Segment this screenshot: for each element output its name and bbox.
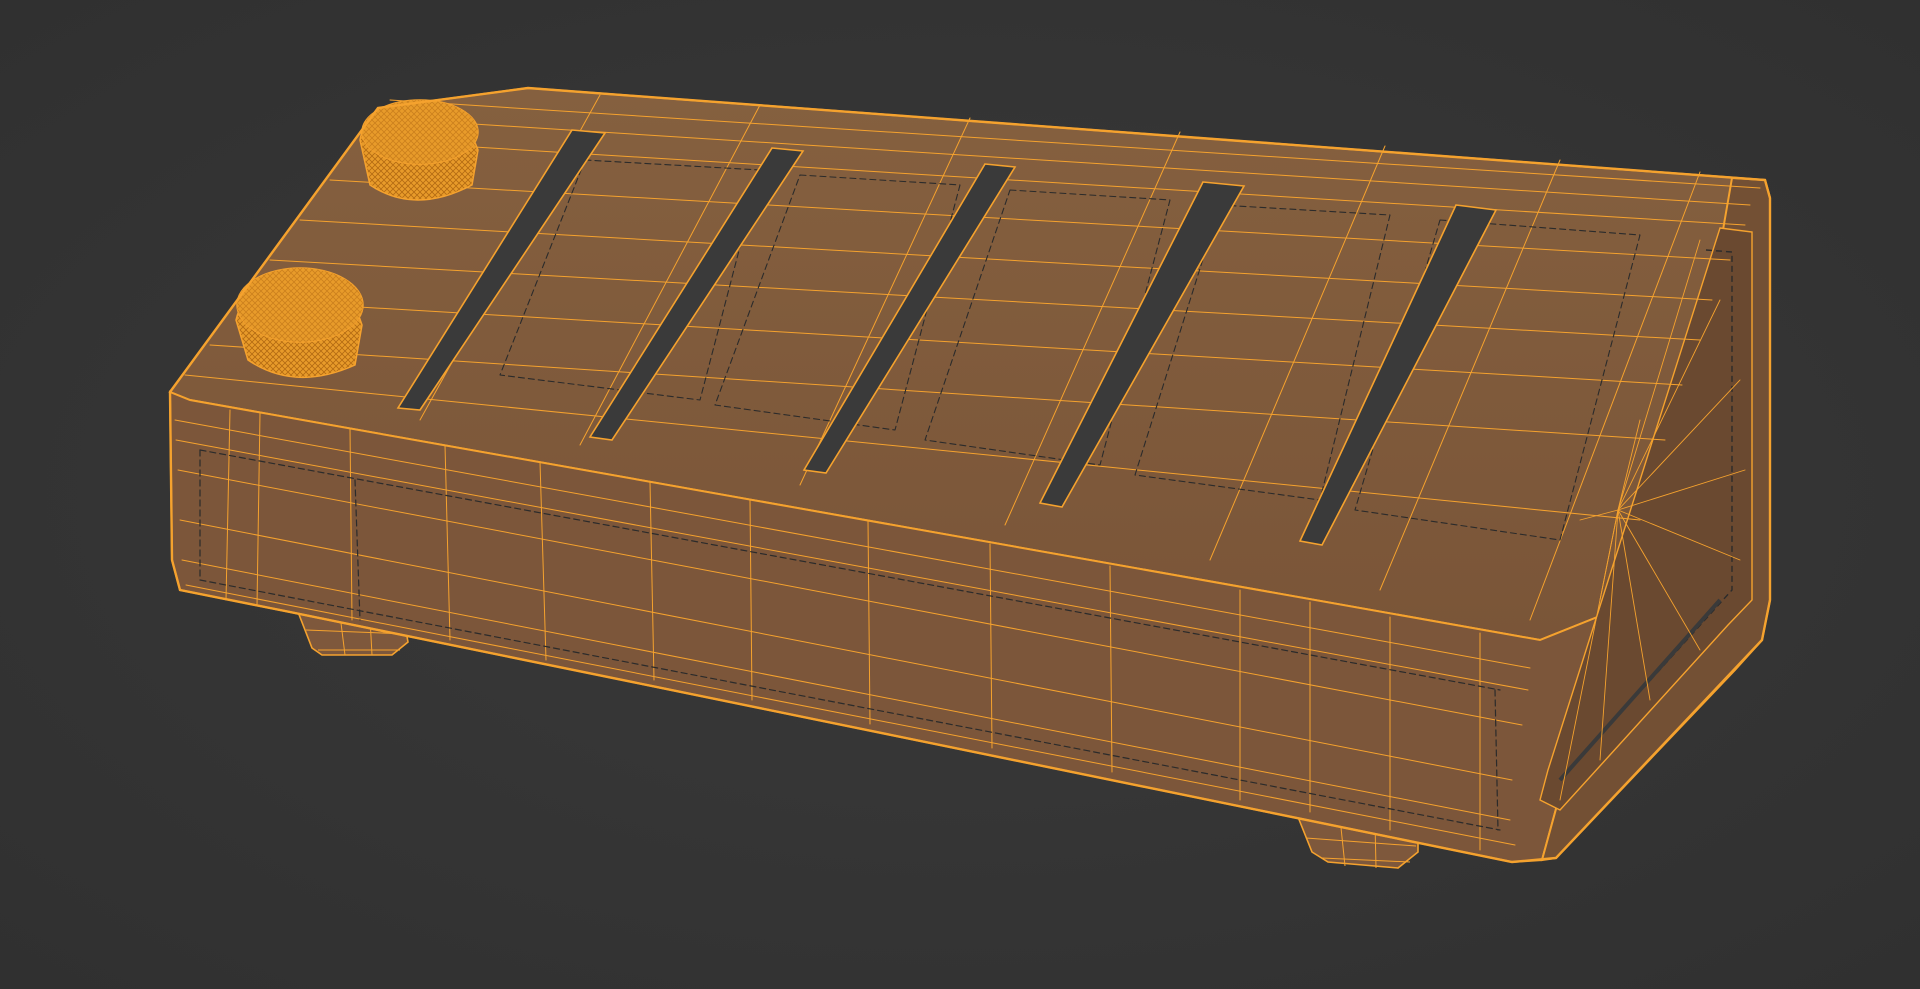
knob-upper	[359, 99, 479, 201]
3d-viewport[interactable]	[0, 0, 1920, 989]
wireframe-scene	[168, 86, 1772, 869]
knob-lower	[235, 267, 364, 379]
